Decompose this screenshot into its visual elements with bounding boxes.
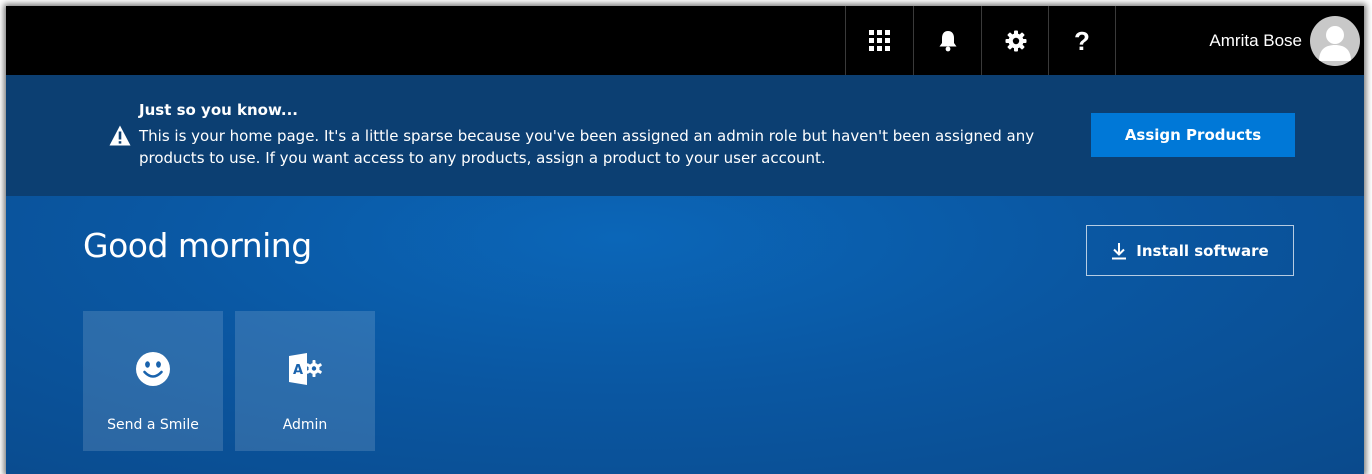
tile-label: Admin bbox=[282, 417, 328, 433]
app-launcher-button[interactable] bbox=[845, 6, 913, 75]
admin-icon: A bbox=[289, 353, 322, 385]
bell-icon bbox=[939, 30, 956, 51]
assign-products-button[interactable]: Assign Products bbox=[1091, 113, 1295, 157]
office-portal-window: ? Amrita Bose Just so you know... This i… bbox=[6, 6, 1364, 474]
app-launcher-icon bbox=[869, 30, 890, 51]
svg-text:A: A bbox=[293, 363, 303, 378]
notice-banner: Just so you know... This is your home pa… bbox=[6, 75, 1364, 196]
user-silhouette-icon bbox=[1319, 25, 1351, 61]
help-button[interactable]: ? bbox=[1048, 6, 1116, 75]
user-name: Amrita Bose bbox=[1209, 30, 1302, 50]
notice-title: Just so you know... bbox=[139, 101, 298, 119]
top-navigation-bar: ? Amrita Bose bbox=[6, 6, 1364, 75]
help-icon: ? bbox=[1074, 25, 1090, 56]
tile-label: Send a Smile bbox=[107, 417, 199, 433]
home-content: Good morning Install software Send a Smi… bbox=[6, 196, 1364, 474]
greeting-heading: Good morning bbox=[83, 226, 312, 265]
tile-admin[interactable]: A Admin bbox=[235, 311, 375, 451]
settings-button[interactable] bbox=[981, 6, 1049, 75]
install-software-label: Install software bbox=[1136, 241, 1269, 260]
warning-icon bbox=[109, 125, 131, 146]
gear-icon bbox=[1005, 30, 1026, 51]
notice-message: This is your home page. It's a little sp… bbox=[139, 127, 1035, 167]
notifications-button[interactable] bbox=[913, 6, 981, 75]
avatar bbox=[1310, 15, 1360, 66]
tile-send-a-smile[interactable]: Send a Smile bbox=[83, 311, 223, 451]
install-software-button[interactable]: Install software bbox=[1086, 225, 1294, 276]
smiley-icon bbox=[136, 352, 170, 386]
download-icon bbox=[1112, 242, 1127, 259]
account-manager[interactable]: Amrita Bose bbox=[1116, 6, 1364, 75]
